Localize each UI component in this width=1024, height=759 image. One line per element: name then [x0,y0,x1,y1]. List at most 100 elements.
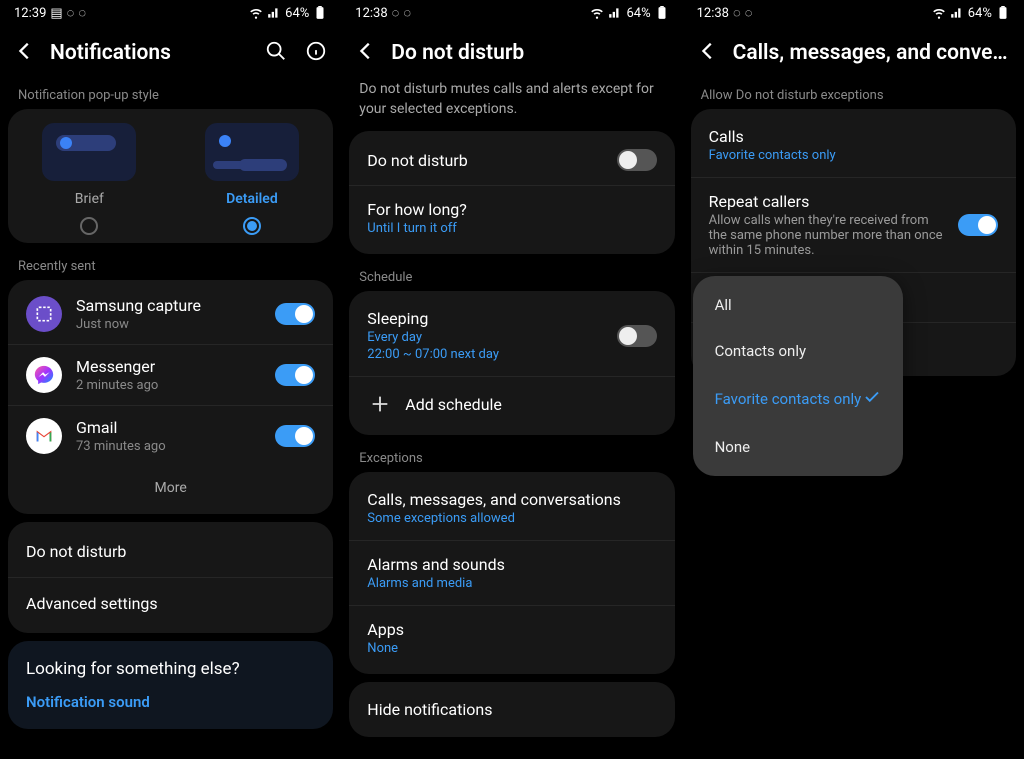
ex3-title: Apps [367,620,656,639]
wifi-icon [249,6,263,20]
status-bar: 12:39 ▤ ◌ ◌ 64% [0,0,341,26]
signal-icon [608,6,622,20]
repeat-callers-row[interactable]: Repeat callers Allow calls when they're … [691,177,1016,272]
dnd-main-card: Do not disturb For how long? Until I tur… [349,131,674,254]
alarms-sounds-row[interactable]: Alarms and sounds Alarms and media [349,540,674,605]
dnd-toggle[interactable] [617,149,657,171]
schedule-card: Sleeping Every day 22:00 ~ 07:00 next da… [349,291,674,435]
battery-percent: 64% [968,6,992,21]
app-time: 2 minutes ago [76,378,261,393]
sleeping-label: Sleeping [367,309,604,328]
status-bar: 12:38 ◌ ◌ 64% [683,0,1024,26]
ex1-sub: Some exceptions allowed [367,511,656,526]
gmail-icon [26,418,62,454]
popup-brief-option[interactable]: Brief [42,123,136,235]
notification-sound-link[interactable]: Notification sound [26,693,315,711]
ex2-title: Alarms and sounds [367,555,656,574]
plus-icon [367,391,393,417]
header: Notifications [0,26,341,80]
more-button[interactable]: More [8,466,333,510]
calls-messages-row[interactable]: Calls, messages, and conversations Some … [349,476,674,540]
status-time: 12:38 [697,6,729,21]
app-time: 73 minutes ago [76,439,261,454]
messenger-status-icon: ◌ [745,5,753,21]
messenger-icon [26,357,62,393]
search-icon[interactable] [265,40,287,66]
brief-radio[interactable] [80,217,98,235]
page-title: Notifications [50,41,251,65]
signal-icon [950,6,964,20]
battery-icon [655,6,669,20]
settings-card: Do not disturb Advanced settings [8,522,333,633]
status-bar: 12:38 ◌ ◌ 64% [341,0,682,26]
app-name: Samsung capture [76,296,261,315]
add-schedule-label: Add schedule [405,395,502,414]
sleeping-row[interactable]: Sleeping Every day 22:00 ~ 07:00 next da… [349,295,674,376]
chat-icon: ◌ [392,5,400,21]
messenger-status-icon: ◌ [403,5,411,21]
detailed-preview-icon [205,123,299,181]
how-long-row[interactable]: For how long? Until I turn it off [349,185,674,250]
messenger-status-icon: ◌ [78,5,86,21]
hide-card: Hide notifications [349,682,674,737]
app-row-samsung-capture[interactable]: Samsung capture Just now [8,284,333,344]
wifi-icon [932,6,946,20]
app-name: Gmail [76,418,261,437]
advanced-link[interactable]: Advanced settings [8,577,333,629]
page-title: Do not disturb [391,41,668,65]
calls-row[interactable]: Calls Favorite contacts only [691,113,1016,177]
back-icon[interactable] [14,40,36,66]
back-icon[interactable] [355,40,377,66]
sleeping-sub1: Every day [367,330,604,345]
hide-notifications-row[interactable]: Hide notifications [349,686,674,733]
app-row-gmail[interactable]: Gmail 73 minutes ago [8,405,333,466]
dnd-link[interactable]: Do not disturb [8,526,333,577]
option-favorite-contacts[interactable]: Favorite contacts only [693,374,903,424]
app-toggle[interactable] [275,425,315,447]
image-icon: ▤ [50,6,62,21]
option-none[interactable]: None [693,424,903,470]
wifi-icon [590,6,604,20]
dnd-toggle-row[interactable]: Do not disturb [349,135,674,185]
calls-dropdown: All Contacts only Favorite contacts only… [693,276,903,476]
back-icon[interactable] [697,40,719,66]
header: Do not disturb [341,26,682,80]
brief-label: Brief [75,191,104,207]
battery-icon [996,6,1010,20]
sleeping-toggle[interactable] [617,325,657,347]
add-schedule-row[interactable]: Add schedule [349,376,674,431]
how-long-label: For how long? [367,200,656,219]
ex1-title: Calls, messages, and conversations [367,490,656,509]
hide-label: Hide notifications [367,700,492,719]
battery-percent: 64% [626,6,650,21]
app-name: Messenger [76,357,261,376]
option-all[interactable]: All [693,282,903,328]
app-time: Just now [76,317,261,332]
allow-label: Allow Do not disturb exceptions [683,80,1024,109]
battery-percent: 64% [285,6,309,21]
detailed-radio[interactable] [243,217,261,235]
else-title: Looking for something else? [26,659,315,679]
samsung-capture-icon [26,296,62,332]
recent-label: Recently sent [0,251,341,280]
apps-row[interactable]: Apps None [349,605,674,670]
how-long-sub: Until I turn it off [367,221,656,236]
dnd-screen: 12:38 ◌ ◌ 64% Do not disturb Do not dist… [341,0,682,759]
dnd-description: Do not disturb mutes calls and alerts ex… [341,80,682,131]
popup-detailed-option[interactable]: Detailed [205,123,299,235]
repeat-title: Repeat callers [709,192,946,211]
recent-apps-card: Samsung capture Just now Messenger 2 min… [8,280,333,514]
repeat-toggle[interactable] [958,214,998,236]
app-toggle[interactable] [275,364,315,386]
brief-preview-icon [42,123,136,181]
info-icon[interactable] [305,40,327,66]
header: Calls, messages, and conversa… [683,26,1024,80]
status-time: 12:39 [14,6,46,21]
dnd-label: Do not disturb [367,151,604,170]
app-toggle[interactable] [275,303,315,325]
page-title: Calls, messages, and conversa… [733,41,1010,65]
app-row-messenger[interactable]: Messenger 2 minutes ago [8,344,333,405]
signal-icon [267,6,281,20]
battery-icon [313,6,327,20]
option-contacts-only[interactable]: Contacts only [693,328,903,374]
